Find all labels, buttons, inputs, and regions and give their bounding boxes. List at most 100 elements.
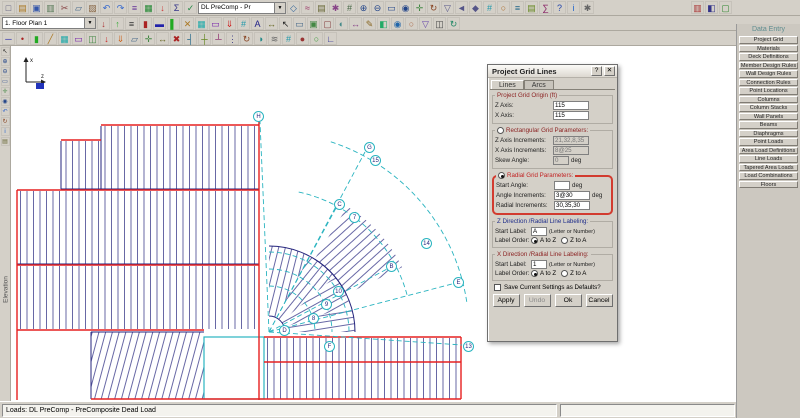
z-order-ztoa-radio[interactable] [561,237,568,244]
panel-item-tapered-area-loads[interactable]: Tapered Area Loads [739,164,798,172]
show-walls-icon[interactable]: ▌ [167,17,180,30]
array-copy-icon[interactable]: ⋮ [226,32,239,45]
panel-item-member-design-rules[interactable]: Member Design Rules [739,62,798,70]
info-icon[interactable]: i [567,1,580,14]
previous-view-icon[interactable]: ↶ [1,107,10,116]
snap-toggle-icon[interactable]: ○ [497,1,510,14]
mode-toggle-icon[interactable]: ◧ [705,1,718,14]
new-file-icon[interactable]: □ [2,1,15,14]
zoom-out-icon[interactable]: ⊖ [371,1,384,14]
rectangular-radio[interactable] [497,127,504,134]
radial-radio[interactable] [498,172,505,179]
layers-icon[interactable]: ≡ [511,1,524,14]
capture-icon[interactable]: ◫ [433,17,446,30]
redraw-view-icon[interactable]: ↻ [1,117,10,126]
apply-button[interactable]: Apply [493,294,520,307]
add-point-load-icon[interactable]: ↓ [100,32,113,45]
properties-icon[interactable]: ▤ [525,1,538,14]
trim-item-icon[interactable]: ┤ [184,32,197,45]
dialog-titlebar[interactable]: Project Grid Lines ? ✕ [488,65,617,78]
load-case-combo[interactable]: DL PreComp - Pr ▼ [198,2,286,14]
tab-lines[interactable]: Lines [491,80,524,89]
rotate-item-icon[interactable]: ↻ [240,32,253,45]
show-openings-icon[interactable]: ▭ [209,17,222,30]
invert-selection-icon[interactable]: ◐ [335,17,348,30]
panel-item-columns[interactable]: Columns [739,96,798,104]
view-iso-icon[interactable]: ◆ [469,1,482,14]
x-start-label-input[interactable] [531,260,547,269]
measure-icon[interactable]: ↔ [349,17,362,30]
open-file-icon[interactable]: ▤ [16,1,29,14]
options-icon[interactable]: ✱ [329,1,342,14]
z-start-label-input[interactable] [531,227,547,236]
panel-item-materials[interactable]: Materials [739,45,798,53]
panel-item-floors[interactable]: Floors [739,181,798,189]
data-entry-toggle-icon[interactable]: ▥ [691,1,704,14]
zoom-in-icon[interactable]: ⊕ [357,1,370,14]
offset-item-icon[interactable]: ≋ [268,32,281,45]
stretch-item-icon[interactable]: ↔ [156,32,169,45]
pointer-icon[interactable]: ↖ [1,47,10,56]
panel-item-beams[interactable]: Beams [739,121,798,129]
mirror-item-icon[interactable]: ◑ [254,32,267,45]
draw-brace-icon[interactable]: ╱ [44,32,57,45]
merge-item-icon[interactable]: ┴ [212,32,225,45]
z-axis-input[interactable] [553,101,589,110]
calculator-icon[interactable]: ∑ [539,1,552,14]
select-fence-icon[interactable]: ▭ [293,17,306,30]
copy-icon[interactable]: ▱ [72,1,85,14]
snap-end-icon[interactable]: ● [296,32,309,45]
redo-icon[interactable]: ↷ [114,1,127,14]
floor-list-icon[interactable]: ≡ [125,17,138,30]
analysis-icon[interactable]: Σ [170,1,183,14]
panel-item-area-load-definitions[interactable]: Area Load Definitions [739,147,798,155]
view-info-icon[interactable]: i [1,127,10,136]
deselect-all-icon[interactable]: ▢ [321,17,334,30]
paste-icon[interactable]: ▨ [86,1,99,14]
redraw-icon[interactable]: ↻ [427,1,440,14]
zoom-in-icon[interactable]: ⊕ [1,57,10,66]
zoom-box-icon[interactable]: ▭ [1,77,10,86]
settings-icon[interactable]: ✱ [581,1,594,14]
story-down-icon[interactable]: ↓ [97,17,110,30]
select-all-icon[interactable]: ▣ [307,17,320,30]
draw-beam-icon[interactable]: ─ [2,32,15,45]
draw-column-icon[interactable]: • [16,32,29,45]
help-icon[interactable]: ? [591,66,602,76]
panel-item-point-locations[interactable]: Point Locations [739,87,798,95]
cut-icon[interactable]: ✂ [58,1,71,14]
panel-item-wall-panels[interactable]: Wall Panels [739,113,798,121]
criteria-icon[interactable]: ≡ [128,1,141,14]
show-beams-icon[interactable]: ▬ [153,17,166,30]
floor-combo[interactable]: 1. Floor Plan 1 ▼ [2,17,96,29]
snap-grid-icon[interactable]: # [282,32,295,45]
tab-arcs[interactable]: Arcs [524,80,554,89]
draw-deck-icon[interactable]: ▦ [58,32,71,45]
cancel-button[interactable]: Cancel [586,294,613,307]
save-file-icon[interactable]: ▣ [30,1,43,14]
filter-icon[interactable]: ▽ [419,17,432,30]
full-screen-icon[interactable]: ▢ [719,1,732,14]
zoom-full-icon[interactable]: ◉ [1,97,10,106]
x-order-atoz-radio[interactable] [531,270,538,277]
report-icon[interactable]: ▤ [315,1,328,14]
panel-item-wall-design-rules[interactable]: Wall Design Rules [739,70,798,78]
color-by-icon[interactable]: ◧ [377,17,390,30]
show-labels-icon[interactable]: A [251,17,264,30]
panel-item-line-loads[interactable]: Line Loads [739,155,798,163]
panel-item-point-loads[interactable]: Point Loads [739,138,798,146]
radial-increments-input[interactable] [554,201,590,210]
zoom-window-icon[interactable]: ▭ [385,1,398,14]
draw-wall-opening-icon[interactable]: ◫ [86,32,99,45]
draw-wall-icon[interactable]: ▮ [30,32,43,45]
show-columns-icon[interactable]: ▮ [139,17,152,30]
start-angle-input[interactable] [554,181,570,190]
units-icon[interactable]: # [343,1,356,14]
x-axis-input[interactable] [553,111,589,120]
view-front-icon[interactable]: ◄ [455,1,468,14]
loads-icon[interactable]: ↓ [156,1,169,14]
snap-mid-icon[interactable]: ○ [310,32,323,45]
help-icon[interactable]: ? [553,1,566,14]
z-order-atoz-radio[interactable] [531,237,538,244]
materials-icon[interactable]: ▦ [142,1,155,14]
